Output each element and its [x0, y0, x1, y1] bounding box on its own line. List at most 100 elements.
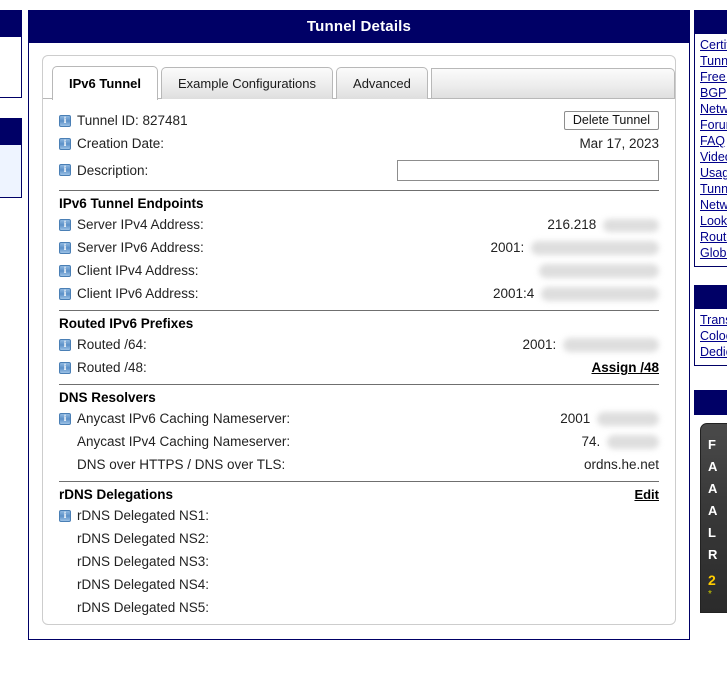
creation-date-value: Mar 17, 2023 — [579, 136, 659, 151]
client-ipv4-label-group: Client IPv4 Address: — [59, 263, 199, 278]
sidebar-link-11[interactable]: Looking Glass — [700, 213, 727, 229]
promo-line-2: A — [708, 481, 718, 496]
sidebar-link-13[interactable]: Global Network — [700, 245, 727, 261]
promo-line-0: F — [708, 437, 716, 452]
sidebar-link-10[interactable]: Network Tools — [700, 197, 727, 213]
tab-advanced[interactable]: Advanced — [336, 67, 428, 99]
row-rdns-ns3: rDNS Delegated NS3: — [59, 550, 659, 573]
row-client-ipv4: Client IPv4 Address: — [59, 259, 659, 282]
sidebar-link-4[interactable]: Network Map — [700, 101, 727, 117]
doh-dot-label: DNS over HTTPS / DNS over TLS: — [77, 457, 286, 472]
right-sidebar-strip: Certification Tunnelbroker Free DNS BGP … — [694, 0, 727, 682]
info-icon[interactable] — [59, 361, 71, 374]
info-icon[interactable] — [59, 241, 71, 254]
routed-48-label-group: Routed /48: — [59, 360, 147, 375]
edit-rdns-link[interactable]: Edit — [634, 487, 659, 502]
promo-number: 2 — [708, 572, 716, 588]
row-routed-48: Routed /48: Assign /48 — [59, 356, 659, 379]
info-icon[interactable] — [59, 264, 71, 277]
sidebar-link-1[interactable]: Tunnelbroker — [700, 53, 727, 69]
sidebar-link-colocation[interactable]: Colocation — [700, 328, 727, 344]
dns-heading: DNS Resolvers — [59, 390, 156, 405]
row-rdns-ns2: rDNS Delegated NS2: — [59, 527, 659, 550]
redaction-mask — [607, 435, 659, 450]
sidebar-link-3[interactable]: BGP Toolkit — [700, 85, 727, 101]
routed-64-label: Routed /64: — [77, 337, 147, 352]
sidebar-link-7[interactable]: Videos — [700, 149, 727, 165]
sidebar-link-8[interactable]: Usage Stats — [700, 165, 727, 181]
anycast-ipv4-label: Anycast IPv4 Caching Nameserver: — [77, 434, 291, 449]
creation-date-label-group: Creation Date: — [59, 136, 164, 151]
endpoints-heading: IPv6 Tunnel Endpoints — [59, 196, 204, 211]
info-icon[interactable] — [59, 287, 71, 300]
sidebar-link-dedicated[interactable]: Dedicated — [700, 344, 727, 360]
sidebar-link-6[interactable]: FAQ — [700, 133, 727, 149]
client-ipv4-label: Client IPv4 Address: — [77, 263, 199, 278]
redaction-mask — [539, 264, 659, 279]
tunnel-id-label: Tunnel ID: 827481 — [77, 113, 188, 128]
row-rdns-ns4: rDNS Delegated NS4: — [59, 573, 659, 596]
icon-placeholder — [59, 436, 71, 448]
left-panel-2-header — [0, 119, 21, 145]
redaction-mask — [531, 241, 659, 256]
sidebar-link-0[interactable]: Certification — [700, 37, 727, 53]
row-routed-64: Routed /64: 2001: — [59, 333, 659, 356]
description-input[interactable] — [397, 159, 659, 181]
delete-tunnel-button[interactable]: Delete Tunnel — [563, 111, 659, 130]
rdns-ns4-label-group: rDNS Delegated NS4: — [59, 577, 209, 592]
tab-shell: IPv6 Tunnel Example Configurations Advan… — [42, 55, 676, 625]
info-icon[interactable] — [59, 114, 71, 127]
sidebar-link-12[interactable]: Route Server — [700, 229, 727, 245]
assign-48-link[interactable]: Assign /48 — [591, 360, 659, 375]
client-ipv4-value-cell — [536, 263, 659, 279]
info-icon[interactable] — [59, 218, 71, 231]
server-ipv6-label-group: Server IPv6 Address: — [59, 240, 204, 255]
row-client-ipv6: Client IPv6 Address: 2001:4 — [59, 282, 659, 305]
info-icon[interactable] — [59, 412, 71, 425]
sidebar-link-5[interactable]: Forums — [700, 117, 727, 133]
left-panel-2-body — [0, 145, 21, 197]
server-ipv6-label: Server IPv6 Address: — [77, 240, 204, 255]
sidebar-link-2[interactable]: Free DNS — [700, 69, 727, 85]
row-description: Description: — [59, 155, 659, 185]
server-ipv6-value: 2001: — [490, 239, 525, 255]
creation-date-label: Creation Date: — [77, 136, 165, 151]
promo-line-3: A — [708, 503, 718, 518]
client-ipv6-label-group: Client IPv6 Address: — [59, 286, 199, 301]
rdns-ns2-label: rDNS Delegated NS2: — [77, 531, 210, 546]
tab-bar: IPv6 Tunnel Example Configurations Advan… — [43, 62, 675, 100]
promo-header: W — [694, 390, 727, 415]
sidebar-link-transit[interactable]: Transit — [700, 312, 727, 328]
info-icon[interactable] — [59, 509, 71, 522]
redaction-mask — [541, 287, 659, 302]
info-icon[interactable] — [59, 163, 71, 176]
redaction-mask — [603, 218, 659, 232]
tunnel-details-panel: Tunnel Details IPv6 Tunnel Example Confi… — [28, 10, 690, 640]
server-ipv6-value-cell: 2001: — [490, 239, 659, 256]
row-tunnel-id: Tunnel ID: 827481 Delete Tunnel — [59, 109, 659, 132]
routed-64-value-cell: 2001: — [522, 337, 659, 353]
left-panel-2 — [0, 118, 22, 198]
delete-tunnel-cell: Delete Tunnel — [563, 111, 659, 130]
page-root: Tunnel Details IPv6 Tunnel Example Confi… — [0, 0, 727, 682]
client-ipv6-label: Client IPv6 Address: — [77, 286, 199, 301]
tab-ipv6-tunnel[interactable]: IPv6 Tunnel — [52, 66, 158, 100]
rdns-heading: rDNS Delegations — [59, 487, 174, 502]
promo-line-5: R — [708, 547, 718, 562]
info-icon[interactable] — [59, 137, 71, 150]
doh-dot-value: ordns.he.net — [583, 457, 659, 472]
section-header-prefixes: Routed IPv6 Prefixes — [59, 310, 659, 331]
tab-filler — [430, 68, 675, 99]
prefixes-heading: Routed IPv6 Prefixes — [59, 316, 194, 331]
server-ipv4-label: Server IPv4 Address: — [77, 217, 204, 232]
row-server-ipv6: Server IPv6 Address: 2001: — [59, 236, 659, 259]
server-ipv4-label-group: Server IPv4 Address: — [59, 217, 204, 232]
sidebar-link-9[interactable]: Tunnel Info — [700, 181, 727, 197]
rdns-ns2-label-group: rDNS Delegated NS2: — [59, 531, 209, 546]
tab-example-configurations[interactable]: Example Configurations — [161, 67, 334, 99]
right-panel-promo: W F A A A L R 2 * — [694, 390, 727, 613]
client-ipv6-value: 2001:4 — [492, 285, 535, 301]
info-icon[interactable] — [59, 338, 71, 351]
client-ipv6-value-cell: 2001:4 — [492, 285, 659, 302]
anycast-ipv4-value: 74. — [581, 433, 601, 449]
